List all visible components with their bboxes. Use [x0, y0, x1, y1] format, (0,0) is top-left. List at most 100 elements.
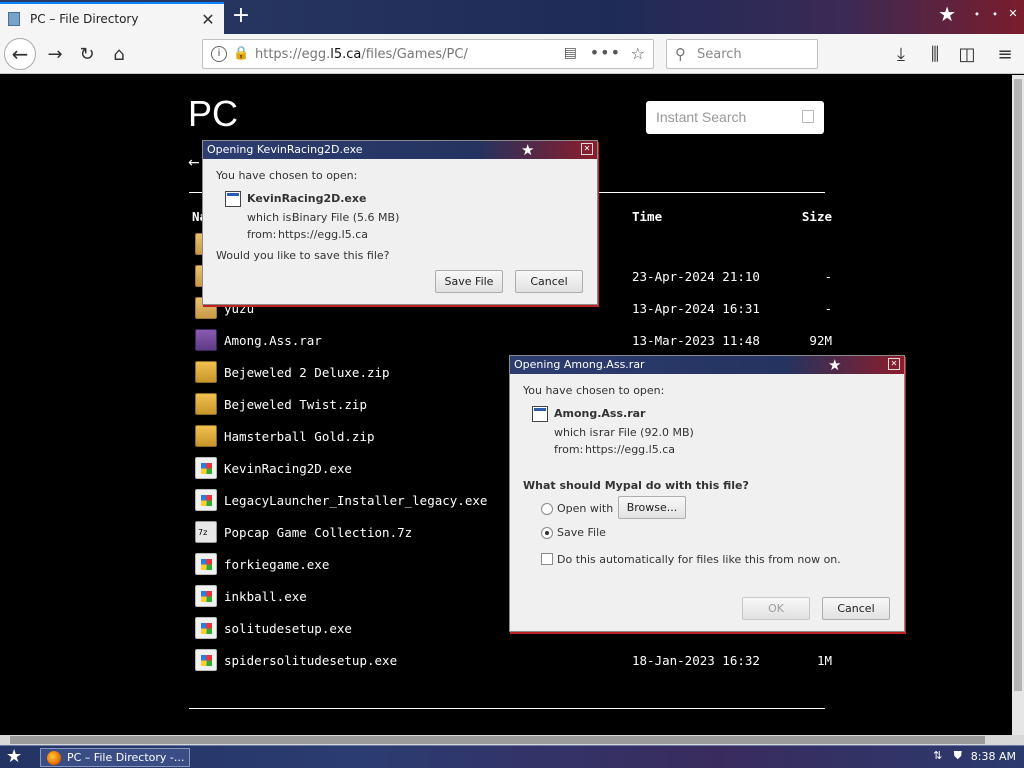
file-row[interactable]: Among.Ass.rar 13-Mar-2023 11:48 92M — [195, 329, 835, 353]
which-is-value: Binary File (5.6 MB) — [292, 211, 400, 224]
dialog-filename: Among.Ass.rar — [554, 407, 646, 420]
horizontal-scrollbar[interactable] — [0, 735, 1024, 745]
file-time: 13-Mar-2023 11:48 — [632, 333, 760, 348]
library-button[interactable]: ⫼ — [920, 39, 950, 69]
instant-search-input[interactable]: Instant Search — [646, 101, 824, 134]
which-is-label: which is: — [554, 426, 603, 439]
network-icon[interactable]: ⇅ — [931, 749, 945, 763]
menu-button[interactable]: ≡ — [990, 39, 1020, 69]
file-size: 92M — [809, 333, 832, 348]
arrow-left-icon: ← — [11, 42, 29, 66]
executable-icon — [195, 585, 217, 607]
navigation-toolbar: ← → ↻ ⌂ i 🔒 https://egg.l5.ca/files/Game… — [0, 34, 1024, 74]
file-size: 1M — [816, 653, 832, 668]
maximize-icon[interactable]: ⬩ — [988, 7, 1002, 21]
file-row[interactable]: spidersolitudesetup.exe 18-Jan-2023 16:32… — [195, 649, 835, 673]
downloads-button[interactable]: ⤓ — [886, 39, 916, 69]
url-text[interactable]: https://egg.l5.ca/files/Games/PC/ — [255, 47, 468, 62]
ok-button[interactable]: OK — [742, 597, 810, 620]
keyboard-icon — [802, 110, 814, 123]
auto-checkbox-label[interactable]: Do this automatically for files like thi… — [557, 553, 841, 566]
cancel-button[interactable]: Cancel — [515, 270, 583, 293]
taskbar-task-label: PC – File Directory -... — [67, 751, 185, 764]
file-name-link[interactable]: Bejeweled Twist.zip — [224, 397, 367, 412]
file-name-link[interactable]: solitudesetup.exe — [224, 621, 352, 636]
star-icon: ★ — [828, 356, 842, 374]
taskbar-browser-button[interactable]: PC – File Directory -... — [40, 748, 190, 767]
star-icon: ★ — [938, 2, 956, 26]
file-name-link[interactable]: Popcap Game Collection.7z — [224, 525, 412, 540]
open-with-label[interactable]: Open with — [557, 502, 613, 515]
save-file-button[interactable]: Save File — [435, 270, 503, 293]
file-time: 13-Apr-2024 16:31 — [632, 301, 760, 316]
file-name-link[interactable]: LegacyLauncher_Installer_legacy.exe — [224, 493, 487, 508]
cancel-button[interactable]: Cancel — [822, 597, 890, 620]
save-file-label[interactable]: Save File — [557, 526, 606, 539]
executable-file-icon — [225, 191, 241, 207]
search-input[interactable]: ⚲ Search — [666, 39, 818, 69]
minimize-icon[interactable]: ⬩ — [970, 7, 984, 21]
start-button[interactable]: ★ — [6, 746, 22, 767]
scrollbar-thumb[interactable] — [10, 736, 985, 744]
file-name-link[interactable]: Among.Ass.rar — [224, 333, 322, 348]
forward-button[interactable]: → — [40, 39, 70, 69]
system-tray: ⇅ ⛊ 8:38 AM — [931, 749, 1016, 763]
home-button[interactable]: ⌂ — [104, 39, 134, 69]
file-time: 23-Apr-2024 21:10 — [632, 269, 760, 284]
dialog-filename: KevinRacing2D.exe — [247, 192, 367, 205]
executable-icon — [195, 553, 217, 575]
open-with-radio[interactable] — [541, 503, 553, 515]
file-name-link[interactable]: inkball.exe — [224, 589, 307, 604]
executable-icon — [195, 489, 217, 511]
shield-icon[interactable]: ⛊ — [951, 749, 965, 763]
tab-file-directory[interactable]: PC – File Directory ✕ — [0, 2, 224, 34]
dialog-title-bar[interactable]: Opening KevinRacing2D.exe ★ ✕ — [203, 141, 597, 159]
zip-archive-icon — [195, 393, 217, 415]
browse-button[interactable]: Browse... — [618, 496, 686, 519]
save-file-radio[interactable] — [541, 527, 553, 539]
file-name-link[interactable]: spidersolitudesetup.exe — [224, 653, 397, 668]
close-window-icon[interactable]: ✕ — [1006, 7, 1020, 21]
file-size: - — [824, 269, 832, 284]
browser-icon — [47, 751, 61, 765]
info-icon[interactable]: i — [211, 46, 227, 62]
search-icon: ⚲ — [675, 45, 686, 63]
url-bar[interactable]: i 🔒 https://egg.l5.ca/files/Games/PC/ ▤ … — [202, 39, 654, 69]
auto-checkbox[interactable] — [541, 553, 553, 565]
parent-directory-link[interactable]: ← — [188, 155, 200, 171]
url-prefix: https://egg. — [255, 47, 331, 62]
bookmark-star-icon[interactable]: ☆ — [631, 44, 645, 63]
dialog-title-bar[interactable]: Opening Among.Ass.rar ★ ✕ — [510, 356, 904, 374]
reload-icon: ↻ — [79, 43, 95, 65]
sidebar-button[interactable]: ◫ — [952, 39, 982, 69]
new-tab-button[interactable]: + — [226, 3, 256, 31]
reader-view-icon[interactable]: ▤ — [564, 45, 577, 61]
dialog-title: Opening KevinRacing2D.exe — [207, 143, 363, 156]
file-name-link[interactable]: forkiegame.exe — [224, 557, 329, 572]
hamburger-menu-icon: ≡ — [997, 43, 1013, 65]
close-icon[interactable]: ✕ — [888, 358, 900, 370]
from-value: https://egg.l5.ca — [278, 228, 368, 241]
file-name-link[interactable]: KevinRacing2D.exe — [224, 461, 352, 476]
file-name-link[interactable]: Hamsterball Gold.zip — [224, 429, 375, 444]
column-header-size[interactable]: Size — [792, 209, 832, 224]
insecure-lock-icon[interactable]: 🔒 — [233, 46, 249, 61]
url-domain: l5.ca — [330, 47, 362, 62]
dialog-title: Opening Among.Ass.rar — [514, 358, 645, 371]
vertical-scrollbar[interactable] — [1012, 75, 1024, 735]
sidebar-icon: ◫ — [958, 43, 976, 65]
from-label: from: — [554, 443, 584, 456]
scrollbar-thumb[interactable] — [1014, 79, 1022, 691]
arrow-right-icon: → — [47, 43, 63, 65]
close-tab-icon[interactable]: ✕ — [200, 10, 216, 29]
open-file-dialog-kevinracing: Opening KevinRacing2D.exe ★ ✕ You have c… — [202, 140, 598, 305]
page-favicon-icon — [8, 12, 20, 26]
clock[interactable]: 8:38 AM — [971, 750, 1016, 763]
back-button[interactable]: ← — [4, 38, 36, 70]
file-name-link[interactable]: Bejeweled 2 Deluxe.zip — [224, 365, 390, 380]
7z-archive-icon — [195, 521, 217, 543]
close-icon[interactable]: ✕ — [581, 143, 593, 155]
page-actions-icon[interactable]: ••• — [590, 43, 621, 62]
column-header-time[interactable]: Time — [632, 209, 662, 224]
reload-button[interactable]: ↻ — [72, 39, 102, 69]
